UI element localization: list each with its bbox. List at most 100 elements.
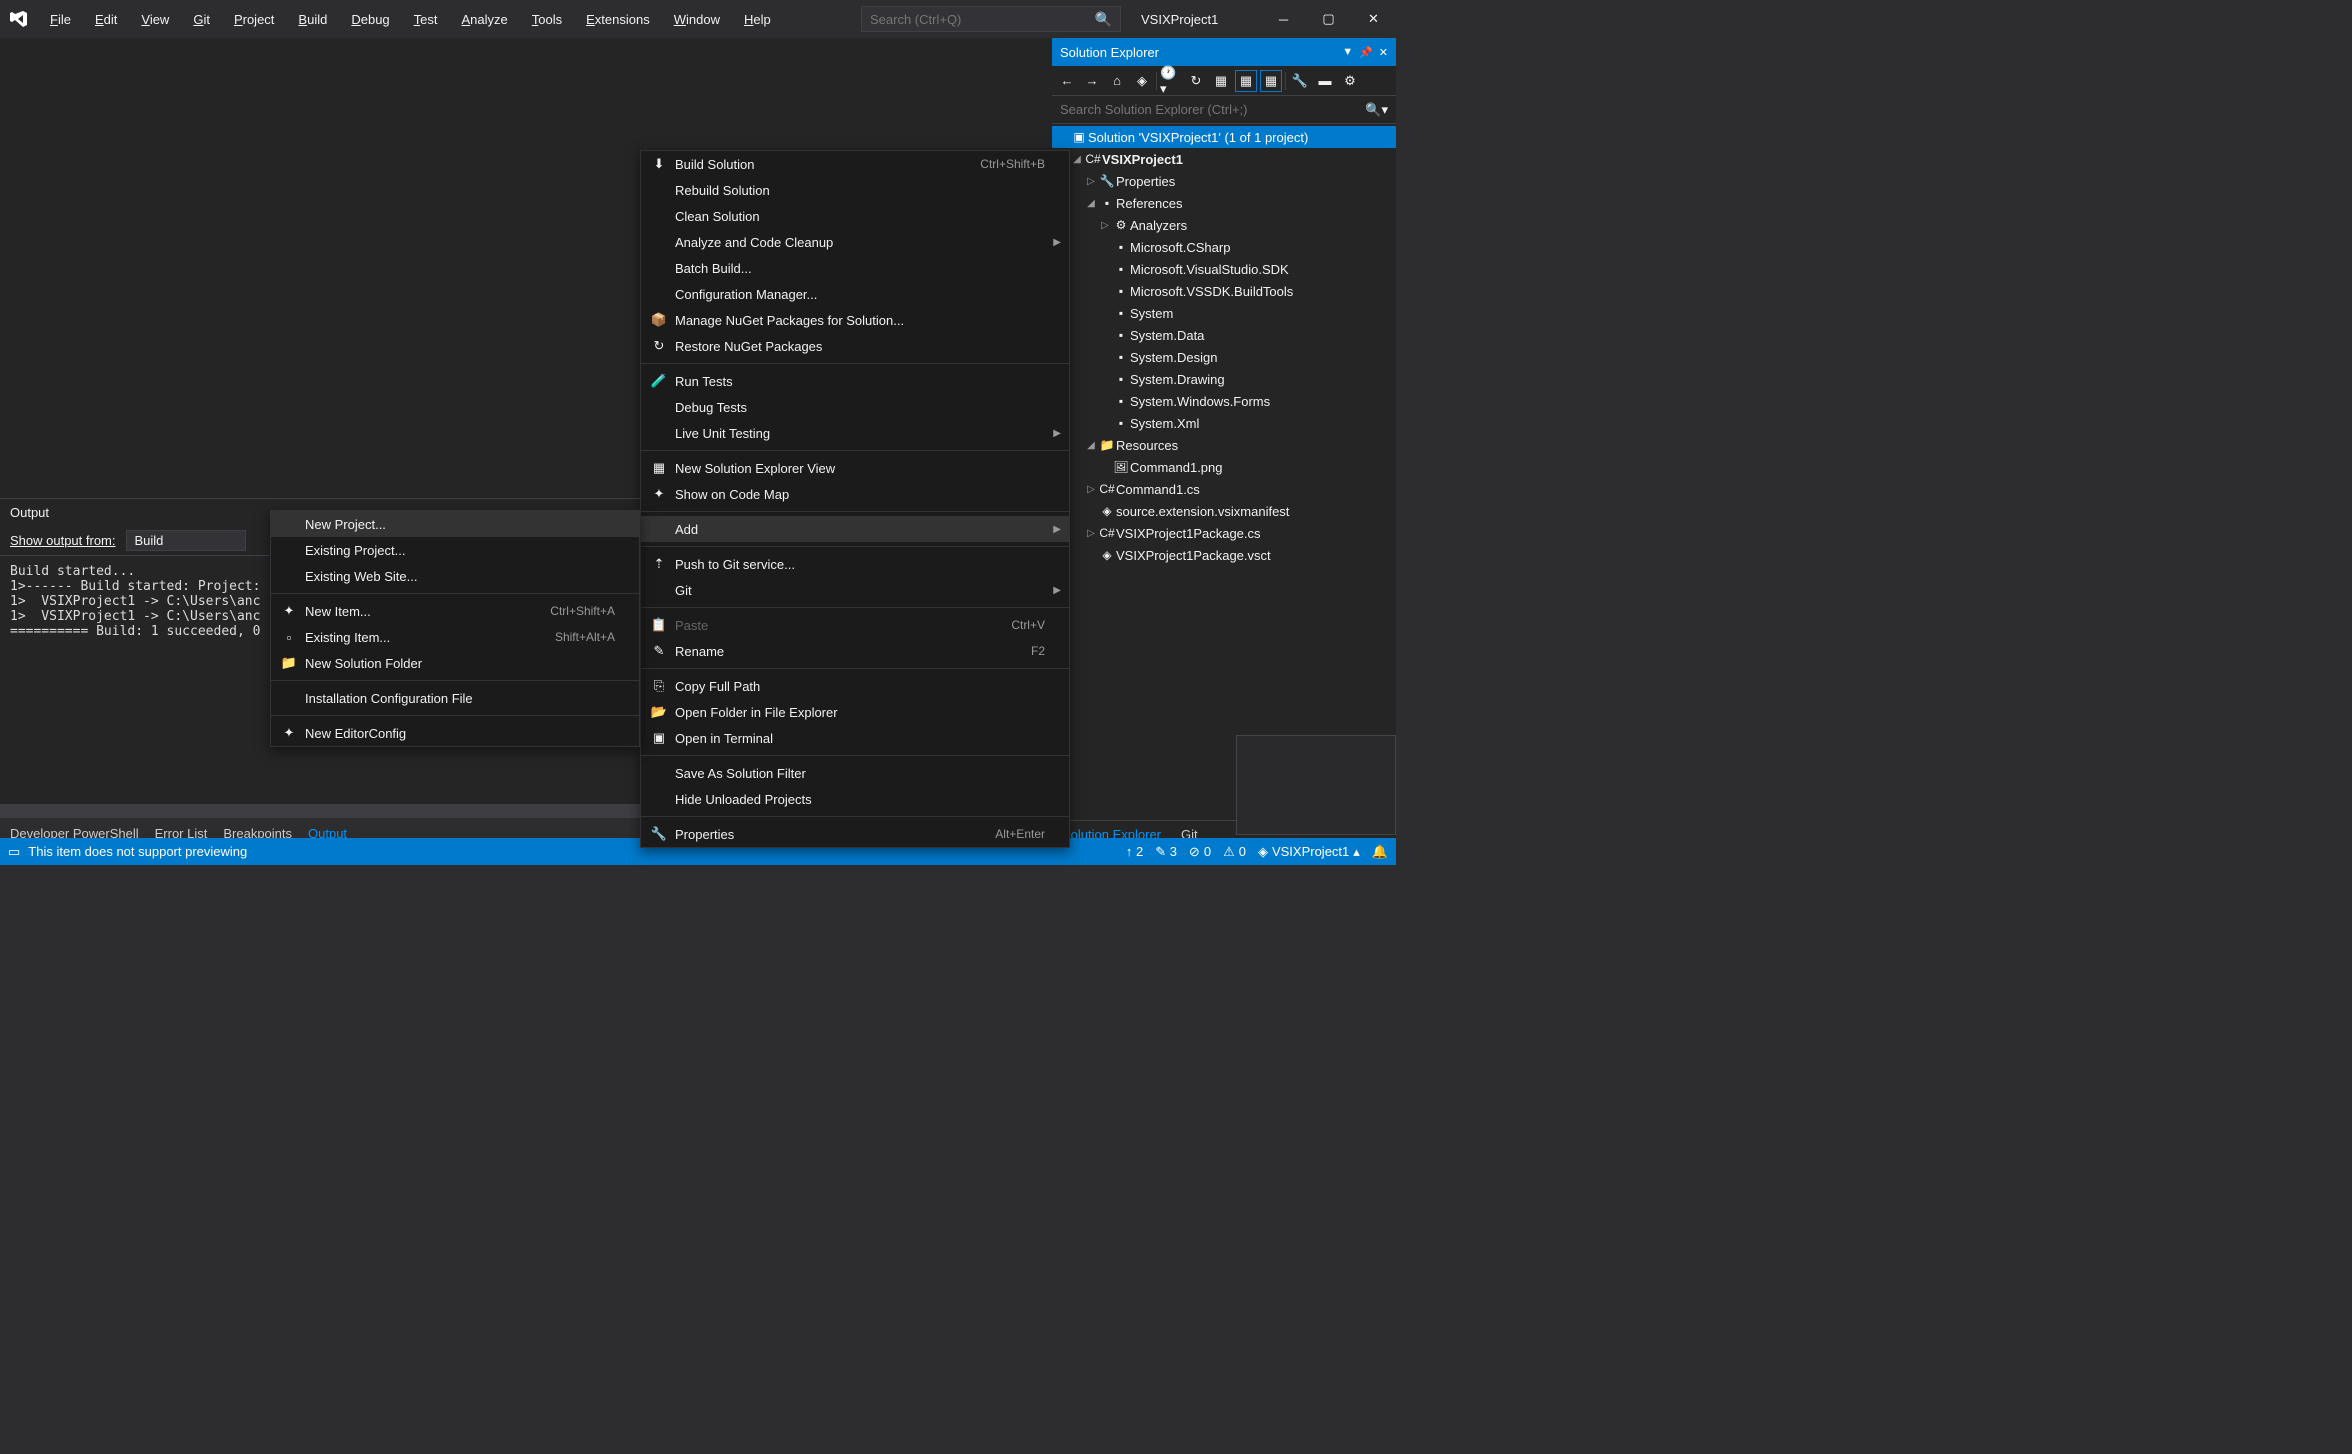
menu-item[interactable]: Clean Solution (641, 203, 1069, 229)
tree-item[interactable]: ▪System.Drawing (1052, 368, 1396, 390)
status-notifications-icon[interactable]: 🔔 (1372, 844, 1388, 860)
filter-icon[interactable]: ⚙ (1339, 70, 1361, 92)
search-input[interactable] (870, 12, 1095, 27)
menu-item[interactable]: ✦New EditorConfig (271, 720, 639, 746)
tree-item[interactable]: 🖼Command1.png (1052, 456, 1396, 478)
menu-item[interactable]: Debug Tests (641, 394, 1069, 420)
menu-project[interactable]: Project (222, 4, 286, 35)
expand-icon[interactable]: ◢ (1084, 440, 1098, 451)
expand-icon[interactable]: ◢ (1084, 198, 1098, 209)
menu-item[interactable]: Save As Solution Filter (641, 760, 1069, 786)
tree-item[interactable]: ▪System (1052, 302, 1396, 324)
menu-item[interactable]: ▦New Solution Explorer View (641, 455, 1069, 481)
menu-item[interactable]: Existing Project... (271, 537, 639, 563)
collapse-icon[interactable]: ▦ (1210, 70, 1232, 92)
output-source-dropdown[interactable]: Build (126, 530, 246, 551)
menu-item[interactable]: Batch Build... (641, 255, 1069, 281)
menu-test[interactable]: Test (402, 4, 450, 35)
menu-extensions[interactable]: Extensions (574, 4, 662, 35)
preview-icon[interactable]: ▦ (1260, 70, 1282, 92)
tree-item[interactable]: ◢C#VSIXProject1 (1052, 148, 1396, 170)
menu-git[interactable]: Git (181, 4, 222, 35)
solution-explorer-search-input[interactable] (1060, 102, 1365, 117)
tree-item[interactable]: ▷⚙Analyzers (1052, 214, 1396, 236)
menu-item[interactable]: 📋PasteCtrl+V (641, 612, 1069, 638)
status-warnings[interactable]: ⚠ 0 (1223, 844, 1246, 860)
menu-item[interactable]: ✦Show on Code Map (641, 481, 1069, 507)
menu-item[interactable]: Existing Web Site... (271, 563, 639, 589)
menu-item[interactable]: 🧪Run Tests (641, 368, 1069, 394)
tree-item[interactable]: ▪System.Windows.Forms (1052, 390, 1396, 412)
clock-icon[interactable]: 🕐▾ (1160, 70, 1182, 92)
close-button[interactable]: ✕ (1351, 0, 1396, 38)
expand-icon[interactable]: ◢ (1070, 154, 1084, 165)
menu-item[interactable]: Hide Unloaded Projects (641, 786, 1069, 812)
properties-icon[interactable]: 🔧 (1289, 70, 1311, 92)
menu-help[interactable]: Help (732, 4, 783, 35)
view-icon[interactable]: ▬ (1314, 70, 1336, 92)
tree-item[interactable]: ▪Microsoft.VisualStudio.SDK (1052, 258, 1396, 280)
menu-item[interactable]: 📁New Solution Folder (271, 650, 639, 676)
tree-item[interactable]: ◈VSIXProject1Package.vsct (1052, 544, 1396, 566)
menu-item[interactable]: ⬇Build SolutionCtrl+Shift+B (641, 151, 1069, 177)
tree-item[interactable]: ◢📁Resources (1052, 434, 1396, 456)
tree-item[interactable]: ▣Solution 'VSIXProject1' (1 of 1 project… (1052, 126, 1396, 148)
menu-item[interactable]: Rebuild Solution (641, 177, 1069, 203)
show-all-icon[interactable]: ▦ (1235, 70, 1257, 92)
menu-item[interactable]: Configuration Manager... (641, 281, 1069, 307)
back-icon[interactable]: ← (1056, 70, 1078, 92)
expand-icon[interactable]: ▷ (1098, 220, 1112, 231)
search-box[interactable]: 🔍 (861, 6, 1121, 32)
menu-build[interactable]: Build (286, 4, 339, 35)
tree-item[interactable]: ▪Microsoft.CSharp (1052, 236, 1396, 258)
tree-item[interactable]: ◢▪References (1052, 192, 1396, 214)
refresh-icon[interactable]: ↻ (1185, 70, 1207, 92)
menu-item[interactable]: ✦New Item...Ctrl+Shift+A (271, 598, 639, 624)
sync-icon[interactable]: ◈ (1131, 70, 1153, 92)
tree-item[interactable]: ▷C#VSIXProject1Package.cs (1052, 522, 1396, 544)
solution-explorer-search[interactable]: 🔍▾ (1052, 96, 1396, 124)
status-errors[interactable]: ⊘ 0 (1189, 844, 1211, 860)
maximize-button[interactable]: ▢ (1306, 0, 1351, 38)
menu-view[interactable]: View (129, 4, 181, 35)
menu-item[interactable]: ✎RenameF2 (641, 638, 1069, 664)
menu-item[interactable]: ⎘Copy Full Path (641, 673, 1069, 699)
tree-item[interactable]: ▷🔧Properties (1052, 170, 1396, 192)
menu-item[interactable]: New Project... (271, 511, 639, 537)
tree-item[interactable]: ◈source.extension.vsixmanifest (1052, 500, 1396, 522)
tree-item[interactable]: ▪System.Data (1052, 324, 1396, 346)
menu-analyze[interactable]: Analyze (450, 4, 520, 35)
menu-tools[interactable]: Tools (520, 4, 574, 35)
menu-window[interactable]: Window (662, 4, 732, 35)
menu-item[interactable]: ▫Existing Item...Shift+Alt+A (271, 624, 639, 650)
menu-item[interactable]: Analyze and Code Cleanup▶ (641, 229, 1069, 255)
menu-item[interactable]: ⇡Push to Git service... (641, 551, 1069, 577)
menu-file[interactable]: File (38, 4, 83, 35)
menu-item[interactable]: Live Unit Testing▶ (641, 420, 1069, 446)
tree-item[interactable]: ▪System.Xml (1052, 412, 1396, 434)
menu-item[interactable]: Installation Configuration File (271, 685, 639, 711)
status-pending[interactable]: ✎ 3 (1155, 844, 1177, 860)
expand-icon[interactable]: ▷ (1084, 484, 1098, 495)
menu-item[interactable]: ↻Restore NuGet Packages (641, 333, 1069, 359)
tree-item[interactable]: ▪Microsoft.VSSDK.BuildTools (1052, 280, 1396, 302)
close-panel-icon[interactable]: ✕ (1379, 46, 1388, 59)
expand-icon[interactable]: ▷ (1084, 176, 1098, 187)
menu-item[interactable]: Git▶ (641, 577, 1069, 603)
expand-icon[interactable]: ▷ (1084, 528, 1098, 539)
forward-icon[interactable]: → (1081, 70, 1103, 92)
status-changes[interactable]: ↑ 2 (1126, 844, 1143, 859)
home-icon[interactable]: ⌂ (1106, 70, 1128, 92)
dropdown-icon[interactable]: ▼ (1342, 46, 1353, 59)
menu-item[interactable]: 📦Manage NuGet Packages for Solution... (641, 307, 1069, 333)
menu-item[interactable]: ▣Open in Terminal (641, 725, 1069, 751)
tree-item[interactable]: ▪System.Design (1052, 346, 1396, 368)
menu-item[interactable]: 📂Open Folder in File Explorer (641, 699, 1069, 725)
menu-item[interactable]: 🔧PropertiesAlt+Enter (641, 821, 1069, 847)
menu-debug[interactable]: Debug (339, 4, 401, 35)
status-project[interactable]: ◈ VSIXProject1 ▴ (1258, 844, 1360, 860)
pin-icon[interactable]: 📌 (1359, 46, 1373, 59)
minimize-button[interactable]: ─ (1261, 0, 1306, 38)
menu-edit[interactable]: Edit (83, 4, 129, 35)
menu-item[interactable]: Add▶ (641, 516, 1069, 542)
